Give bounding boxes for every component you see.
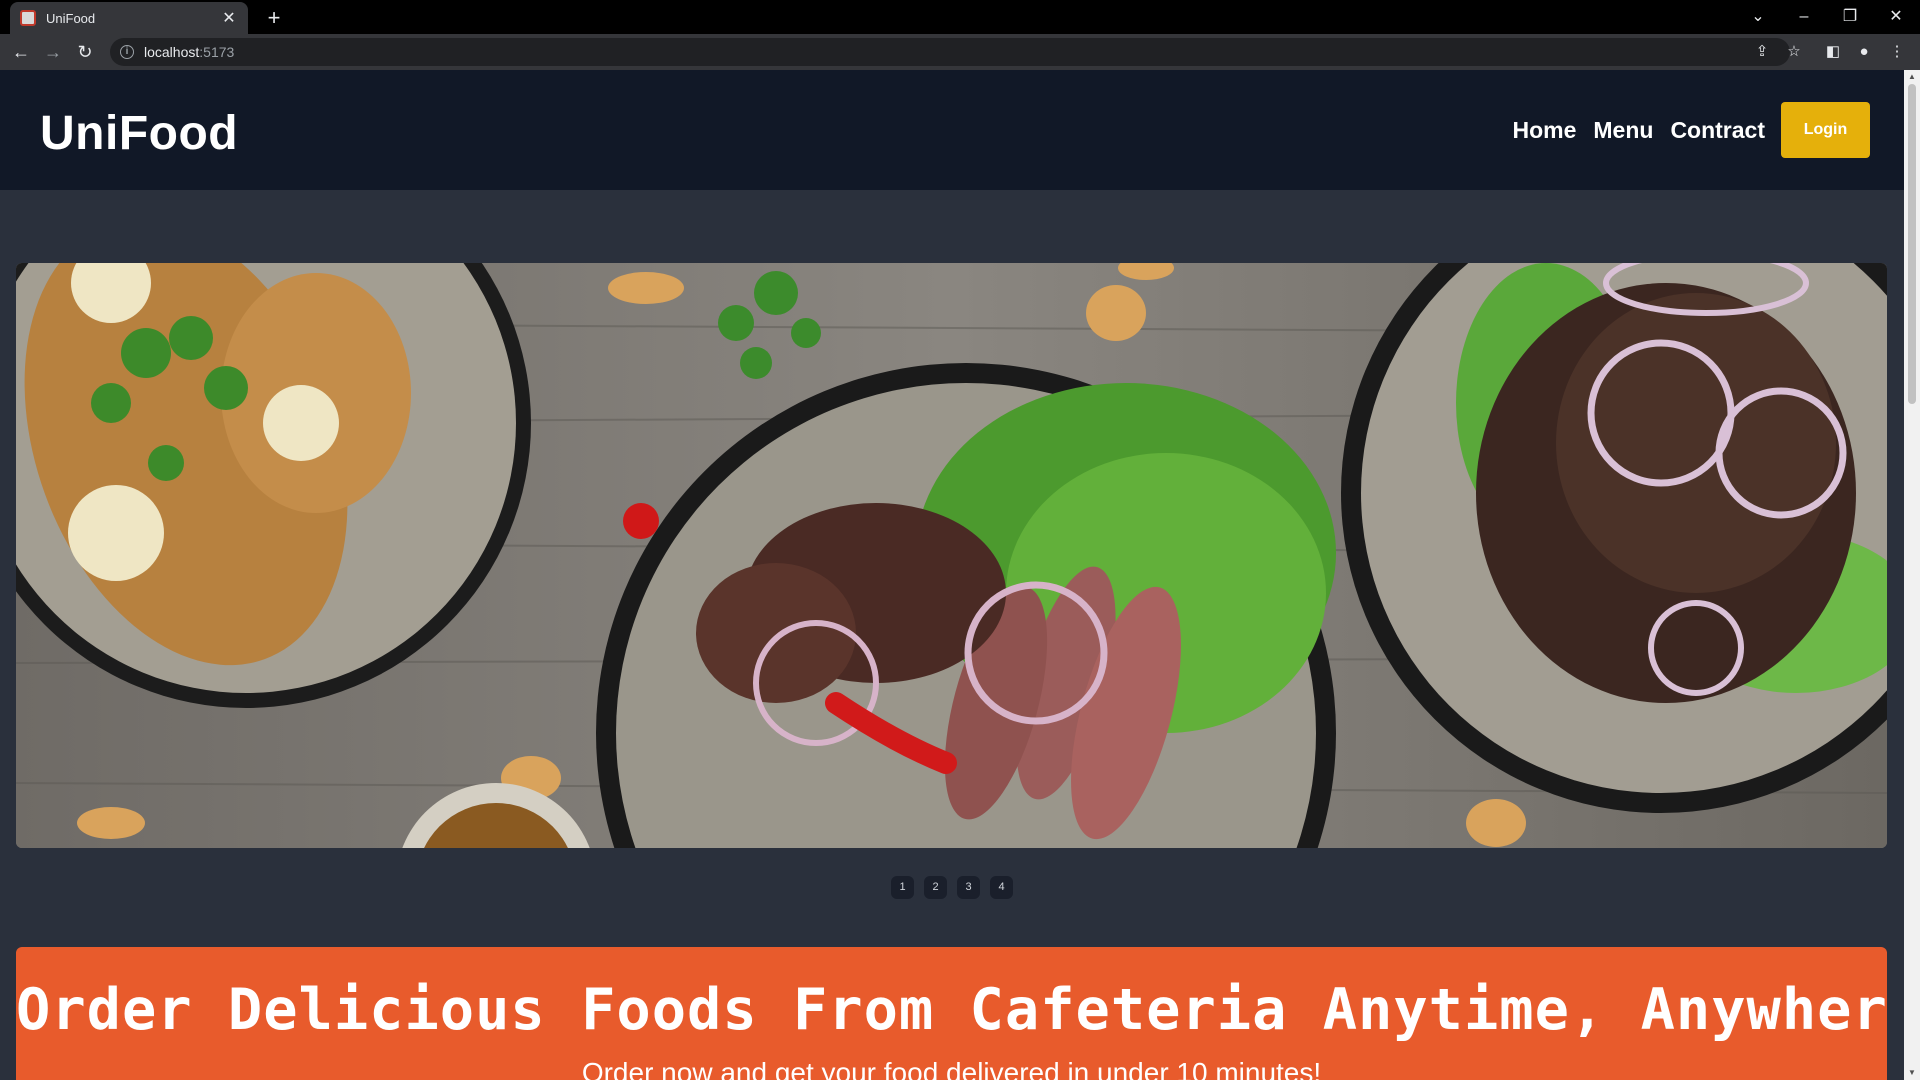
browser-tab[interactable]: UniFood ✕ <box>10 2 248 34</box>
new-tab-button[interactable]: + <box>260 4 288 32</box>
nav-contract[interactable]: Contract <box>1670 117 1765 144</box>
promo-banner: Order Delicious Foods From Cafeteria Any… <box>16 947 1887 1080</box>
browser-tabbar: UniFood ✕ + ⌄ – ❐ ✕ <box>0 0 1920 34</box>
browser-toolbar: ← → ↻ i localhost:5173 ⇪ ☆ ◧ ● ⋮ <box>0 34 1920 70</box>
url-host: localhost <box>144 44 200 60</box>
tab-title: UniFood <box>46 10 96 26</box>
star-icon[interactable]: ☆ <box>1783 42 1805 64</box>
carousel-indicator-4[interactable]: 4 <box>990 876 1013 899</box>
login-button[interactable]: Login <box>1781 102 1870 158</box>
page-scrollbar[interactable]: ▲ ▼ <box>1904 70 1920 1080</box>
food-photo <box>16 263 1887 848</box>
brand-logo[interactable]: UniFood <box>40 106 238 161</box>
site-header: UniFood Home Menu Contract Login <box>0 70 1904 190</box>
hero-carousel-image <box>16 263 1887 848</box>
forward-icon[interactable]: → <box>41 40 65 64</box>
banner-subtitle: Order now and get your food delivered in… <box>581 1057 1322 1080</box>
main-nav: Home Menu Contract Login <box>1495 102 1870 158</box>
carousel-indicators: 1 2 3 4 <box>0 876 1904 899</box>
favicon-icon <box>20 10 36 26</box>
banner-title: Order Delicious Foods From Cafeteria Any… <box>16 977 1887 1043</box>
tab-close-icon[interactable]: ✕ <box>220 8 238 28</box>
scroll-up-icon[interactable]: ▲ <box>1904 70 1920 84</box>
scroll-thumb[interactable] <box>1908 84 1916 404</box>
web-page: UniFood Home Menu Contract Login 1 2 3 4… <box>0 70 1904 1080</box>
url-port: :5173 <box>199 44 235 60</box>
back-icon[interactable]: ← <box>9 40 33 64</box>
carousel-indicator-3[interactable]: 3 <box>957 876 980 899</box>
tab-search-icon[interactable]: ⌄ <box>1736 4 1780 30</box>
close-window-icon[interactable]: ✕ <box>1874 4 1918 30</box>
kebab-menu-icon[interactable]: ⋮ <box>1886 42 1908 64</box>
info-icon[interactable]: i <box>120 45 134 59</box>
nav-menu[interactable]: Menu <box>1593 117 1653 144</box>
profile-icon[interactable]: ● <box>1853 42 1875 64</box>
share-icon[interactable]: ⇪ <box>1751 42 1773 64</box>
scroll-down-icon[interactable]: ▼ <box>1904 1066 1920 1080</box>
reload-icon[interactable]: ↻ <box>73 40 97 64</box>
minimize-icon[interactable]: – <box>1782 4 1826 30</box>
address-bar[interactable]: i localhost:5173 <box>110 38 1790 66</box>
side-panel-icon[interactable]: ◧ <box>1822 42 1844 64</box>
restore-icon[interactable]: ❐ <box>1828 4 1872 30</box>
nav-home[interactable]: Home <box>1512 117 1576 144</box>
carousel-indicator-2[interactable]: 2 <box>924 876 947 899</box>
carousel-indicator-1[interactable]: 1 <box>891 876 914 899</box>
